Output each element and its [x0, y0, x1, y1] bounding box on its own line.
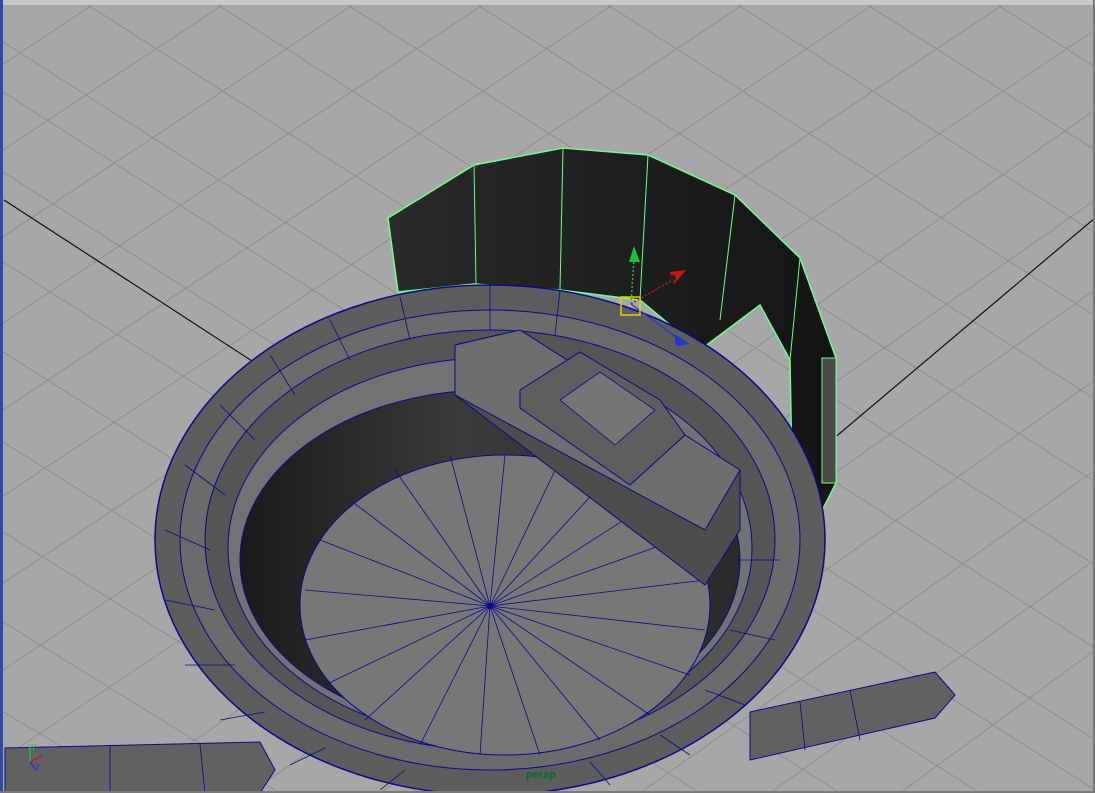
svg-text:Z: Z	[35, 763, 40, 772]
pot-mesh[interactable]	[154, 284, 826, 793]
camera-label: persp	[526, 769, 556, 781]
active-panel-border	[0, 0, 3, 793]
viewport-top-edge	[0, 0, 1095, 5]
svg-text:Y: Y	[31, 743, 37, 752]
maya-perspective-viewport[interactable]: Y Z persp	[0, 0, 1095, 793]
scene-canvas[interactable]	[0, 0, 1095, 793]
axis-tripod-icon: Y Z	[29, 743, 43, 772]
